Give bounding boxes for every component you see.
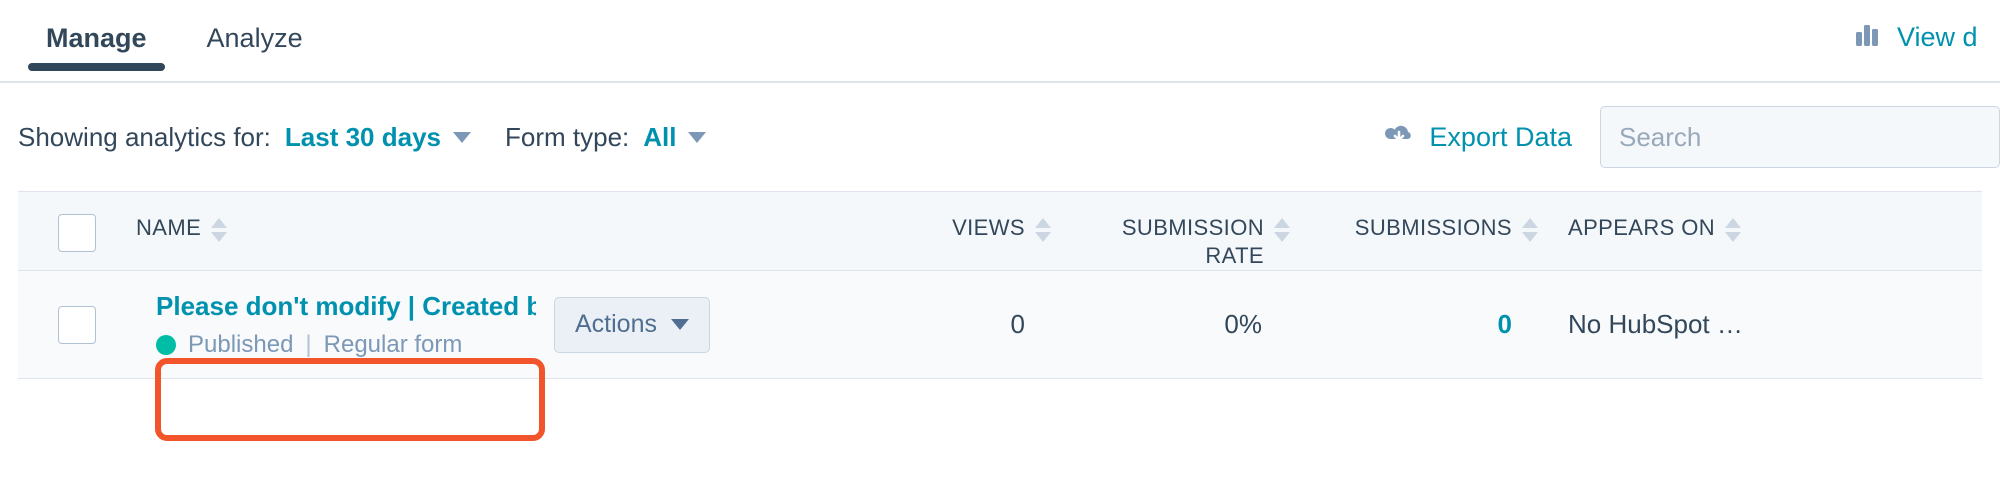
view-dashboard-link[interactable]: View d [1855, 20, 1978, 55]
tab-manage[interactable]: Manage [16, 0, 177, 71]
column-header-views[interactable]: VIEWS [836, 214, 1071, 242]
toolbar-right: Export Data [1383, 83, 2000, 191]
row-actions-label: Actions [575, 310, 657, 338]
cloud-download-icon [1383, 121, 1415, 154]
sort-icon[interactable] [1522, 214, 1538, 242]
column-header-name-label: NAME [136, 215, 202, 240]
sort-icon[interactable] [1274, 214, 1290, 242]
form-title-link[interactable]: Please don't modify | Created by Typ [156, 290, 536, 323]
view-dashboard-label: View d [1897, 22, 1978, 52]
analytics-for-label: Showing analytics for: [18, 121, 271, 152]
form-type-value: All [643, 121, 677, 152]
row-submissions-cell: 0 [1308, 309, 1558, 340]
row-checkbox[interactable] [58, 305, 96, 344]
chevron-down-icon [688, 131, 707, 143]
chevron-down-icon [670, 319, 689, 330]
row-appears-on-value: No HubSpot … [1568, 309, 1743, 339]
form-name-block: Please don't modify | Created by Typ Pub… [136, 280, 536, 370]
meta-separator: | [305, 331, 312, 359]
status-badge: Published [188, 331, 294, 359]
row-select-cell [18, 305, 136, 344]
row-submissions-value[interactable]: 0 [1308, 309, 1558, 340]
date-range-value: Last 30 days [284, 121, 441, 152]
column-header-views-label: VIEWS [952, 215, 1025, 240]
date-range-dropdown[interactable]: Last 30 days [285, 122, 471, 153]
form-type-dropdown[interactable]: All [643, 121, 707, 153]
forms-table: NAME VIEWS SUBMISSION RATE SUBMISSIONS A… [18, 191, 1982, 379]
column-header-submissions-label: SUBMISSIONS [1354, 215, 1512, 240]
column-header-submission-rate-label: SUBMISSION RATE [1121, 215, 1264, 268]
export-data-button[interactable]: Export Data [1383, 121, 1572, 154]
form-type-label: Form type: [505, 121, 630, 152]
sort-icon[interactable] [211, 214, 228, 242]
search-box[interactable] [1600, 106, 2000, 168]
column-header-appears-on[interactable]: APPEARS ON [1558, 214, 1858, 242]
row-views-cell: 0 [836, 309, 1071, 340]
search-input[interactable] [1619, 121, 1981, 153]
table-header-row: NAME VIEWS SUBMISSION RATE SUBMISSIONS A… [18, 191, 1982, 271]
forms-manage-page: Manage Analyze View d Showing analytics … [0, 0, 2000, 503]
sort-icon[interactable] [1035, 214, 1051, 242]
select-all-cell [18, 214, 136, 252]
chevron-down-icon [453, 131, 471, 143]
column-header-appears-on-label: APPEARS ON [1568, 215, 1716, 240]
row-views-value: 0 [1010, 309, 1025, 339]
form-type-text: Regular form [323, 331, 463, 359]
tab-analyze-label: Analyze [206, 23, 303, 53]
form-meta: Published | Regular form [156, 331, 530, 359]
column-header-submission-rate[interactable]: SUBMISSION RATE [1071, 214, 1308, 269]
tab-bar: Manage Analyze View d [0, 0, 2000, 83]
row-name-cell: Please don't modify | Created by Typ Pub… [136, 280, 836, 370]
row-submission-rate-cell: 0% [1071, 309, 1308, 340]
tab-manage-label: Manage [46, 23, 147, 53]
row-actions-button[interactable]: Actions [554, 296, 710, 353]
column-header-name[interactable]: NAME [136, 214, 836, 242]
row-appears-on-cell: No HubSpot … [1558, 309, 1858, 340]
filter-bar: Showing analytics for: Last 30 days Form… [0, 83, 2000, 191]
export-data-label: Export Data [1429, 121, 1572, 152]
sort-icon[interactable] [1725, 214, 1742, 242]
tab-analyze[interactable]: Analyze [177, 0, 333, 52]
bar-chart-icon [1855, 20, 1885, 55]
column-header-submissions[interactable]: SUBMISSIONS [1308, 214, 1558, 242]
row-submission-rate-value: 0% [1224, 309, 1262, 339]
select-all-checkbox[interactable] [58, 214, 96, 252]
status-dot-icon [156, 335, 176, 356]
table-row: Please don't modify | Created by Typ Pub… [18, 271, 1982, 379]
